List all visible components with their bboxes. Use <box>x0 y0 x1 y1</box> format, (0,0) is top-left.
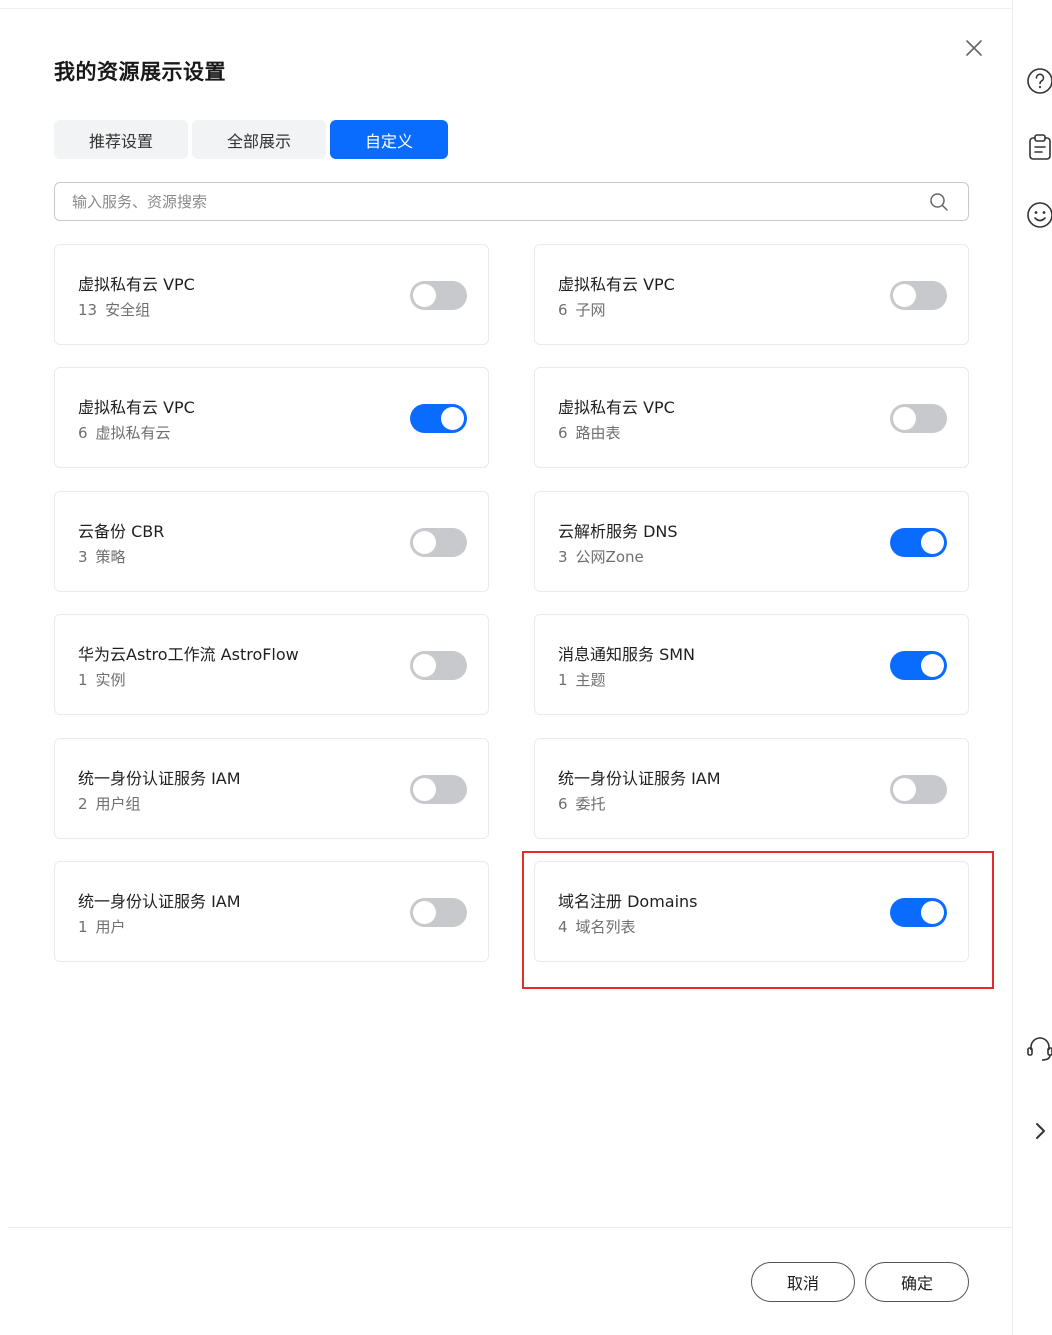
resource-card: 虚拟私有云 VPC 6 路由表 <box>534 367 969 468</box>
toggle-knob <box>413 778 436 801</box>
card-service-name: 云备份 CBR <box>78 522 165 541</box>
card-count: 2 <box>78 795 88 813</box>
display-toggle[interactable] <box>410 528 467 557</box>
card-resource-info: 6 虚拟私有云 <box>78 422 171 443</box>
footer-divider <box>8 1227 1012 1228</box>
card-service-name: 统一身份认证服务 IAM <box>558 769 721 788</box>
toggle-knob <box>921 654 944 677</box>
card-resource-info: 1 用户 <box>78 916 126 937</box>
right-toolbar <box>1012 0 1052 1335</box>
chevron-right-icon[interactable] <box>1025 1116 1052 1146</box>
card-resource-type: 委托 <box>575 795 606 813</box>
card-resource-info: 3 策略 <box>78 546 126 567</box>
card-resource-info: 1 主题 <box>558 669 606 690</box>
card-service-name: 统一身份认证服务 IAM <box>78 892 241 911</box>
close-button[interactable] <box>962 36 986 60</box>
tab-show-all[interactable]: 全部展示 <box>192 120 326 159</box>
card-count: 1 <box>78 671 88 689</box>
tab-bar: 推荐设置 全部展示 自定义 <box>54 120 448 159</box>
toggle-knob <box>413 654 436 677</box>
help-icon[interactable] <box>1025 66 1052 96</box>
resource-card: 统一身份认证服务 IAM 1 用户 <box>54 861 489 962</box>
resource-card: 虚拟私有云 VPC 13 安全组 <box>54 244 489 345</box>
card-count: 3 <box>78 548 88 566</box>
card-service-name: 华为云Astro工作流 AstroFlow <box>78 645 299 664</box>
toggle-knob <box>441 407 464 430</box>
card-service-name: 虚拟私有云 VPC <box>558 398 675 417</box>
toggle-knob <box>921 531 944 554</box>
resource-card: 云解析服务 DNS 3 公网Zone <box>534 491 969 592</box>
tab-custom[interactable]: 自定义 <box>330 120 448 159</box>
resource-card: 虚拟私有云 VPC 6 虚拟私有云 <box>54 367 489 468</box>
card-resource-type: 路由表 <box>575 424 621 442</box>
cancel-button[interactable]: 取消 <box>751 1262 855 1302</box>
card-count: 6 <box>558 795 568 813</box>
card-resource-type: 公网Zone <box>575 548 644 566</box>
resource-card: 统一身份认证服务 IAM 2 用户组 <box>54 738 489 839</box>
display-toggle[interactable] <box>410 775 467 804</box>
card-service-name: 虚拟私有云 VPC <box>78 398 195 417</box>
resource-card: 云备份 CBR 3 策略 <box>54 491 489 592</box>
card-resource-info: 13 安全组 <box>78 299 150 320</box>
display-toggle[interactable] <box>410 651 467 680</box>
toggle-knob <box>413 284 436 307</box>
dialog-title: 我的资源展示设置 <box>54 60 226 84</box>
card-service-name: 消息通知服务 SMN <box>558 645 696 664</box>
display-toggle[interactable] <box>890 775 947 804</box>
clipboard-icon[interactable] <box>1025 132 1052 162</box>
card-service-name: 云解析服务 DNS <box>558 522 678 541</box>
toggle-knob <box>413 531 436 554</box>
toggle-knob <box>893 778 916 801</box>
toggle-knob <box>413 901 436 924</box>
display-toggle[interactable] <box>890 281 947 310</box>
card-resource-type: 子网 <box>575 301 606 319</box>
card-count: 1 <box>78 918 88 936</box>
toggle-knob <box>893 407 916 430</box>
top-divider <box>0 8 1012 9</box>
card-resource-type: 实例 <box>95 671 126 689</box>
confirm-button[interactable]: 确定 <box>865 1262 969 1302</box>
display-toggle[interactable] <box>410 404 467 433</box>
card-resource-type: 用户 <box>95 918 126 936</box>
card-resource-info: 6 子网 <box>558 299 606 320</box>
resource-card: 华为云Astro工作流 AstroFlow 1 实例 <box>54 614 489 715</box>
toggle-knob <box>893 284 916 307</box>
resource-card: 消息通知服务 SMN 1 主题 <box>534 614 969 715</box>
card-service-name: 虚拟私有云 VPC <box>78 275 195 294</box>
close-icon <box>966 40 982 56</box>
card-resource-info: 2 用户组 <box>78 793 141 814</box>
resource-card: 虚拟私有云 VPC 6 子网 <box>534 244 969 345</box>
card-resource-type: 虚拟私有云 <box>95 424 171 442</box>
card-resource-info: 6 委托 <box>558 793 606 814</box>
display-toggle[interactable] <box>890 651 947 680</box>
customer-service-icon[interactable] <box>1025 1033 1052 1063</box>
search-icon[interactable] <box>928 191 950 213</box>
card-service-name: 统一身份认证服务 IAM <box>78 769 241 788</box>
card-count: 6 <box>558 424 568 442</box>
search-box <box>54 182 969 221</box>
card-resource-info: 6 路由表 <box>558 422 621 443</box>
card-count: 6 <box>558 301 568 319</box>
card-resource-type: 安全组 <box>105 301 151 319</box>
display-toggle[interactable] <box>890 528 947 557</box>
display-toggle[interactable] <box>410 281 467 310</box>
resource-card: 统一身份认证服务 IAM 6 委托 <box>534 738 969 839</box>
card-count: 1 <box>558 671 568 689</box>
card-count: 13 <box>78 301 98 319</box>
card-resource-type: 策略 <box>95 548 126 566</box>
highlight-box <box>522 851 994 989</box>
card-resource-type: 主题 <box>575 671 606 689</box>
card-service-name: 虚拟私有云 VPC <box>558 275 675 294</box>
card-resource-info: 1 实例 <box>78 669 126 690</box>
card-count: 6 <box>78 424 88 442</box>
card-resource-type: 用户组 <box>95 795 141 813</box>
display-toggle[interactable] <box>890 404 947 433</box>
tab-recommended[interactable]: 推荐设置 <box>54 120 188 159</box>
smiley-icon[interactable] <box>1025 200 1052 230</box>
card-resource-info: 3 公网Zone <box>558 546 644 567</box>
display-toggle[interactable] <box>410 898 467 927</box>
card-count: 3 <box>558 548 568 566</box>
search-input[interactable] <box>55 183 928 220</box>
